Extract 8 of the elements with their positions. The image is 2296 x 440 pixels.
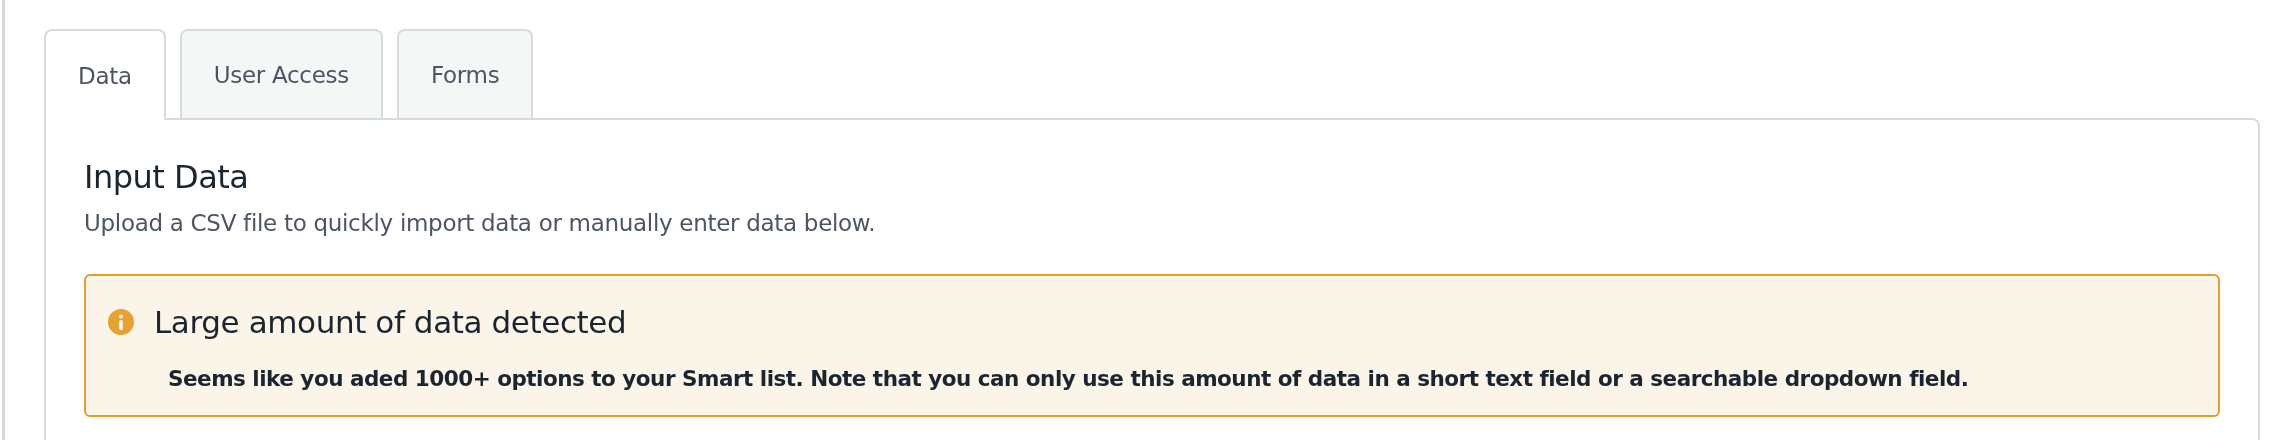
tab[interactable]: User Access <box>179 29 383 118</box>
alert-title: Large amount of data detected <box>154 304 627 340</box>
tab[interactable]: Data <box>44 29 166 120</box>
section-subtitle: Upload a CSV file to quickly import data or manually enter data below. <box>84 210 877 236</box>
section-title: Input Data <box>84 158 250 196</box>
tab[interactable]: Forms <box>396 29 534 118</box>
alert-message: Seems like you aded 1000+ options to your Smart list. Note that you can only use this amount of data in a short text field or a searchable dropdown field. <box>168 366 1970 391</box>
info-icon <box>108 309 134 335</box>
